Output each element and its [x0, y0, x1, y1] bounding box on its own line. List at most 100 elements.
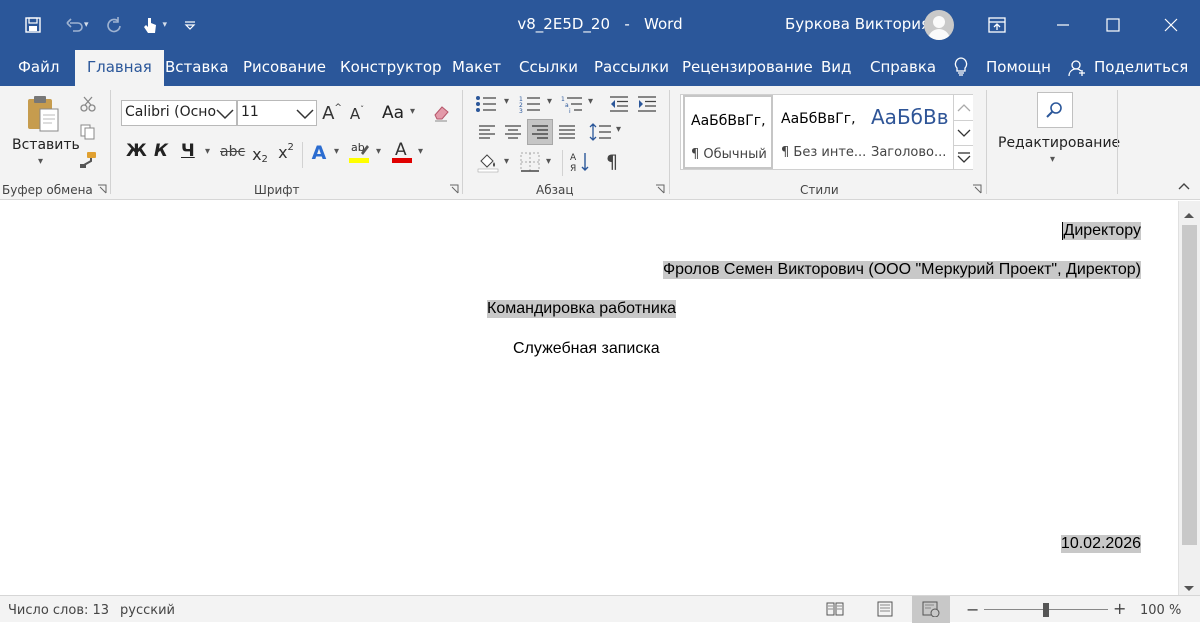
language-indicator[interactable]: русский [120, 603, 175, 618]
styles-scroll-up-icon[interactable] [953, 95, 973, 120]
text-effects-dropdown-icon[interactable]: ▾ [334, 146, 339, 157]
borders-icon[interactable] [518, 150, 542, 174]
change-case-button[interactable]: Aa [382, 103, 404, 123]
lightbulb-icon[interactable] [953, 57, 969, 81]
web-layout-button[interactable] [912, 596, 950, 623]
line-spacing-icon[interactable] [588, 121, 614, 143]
zoom-out-icon[interactable]: − [966, 600, 979, 619]
strikethrough-button[interactable]: abc [220, 144, 245, 160]
document-line-addressee-title[interactable]: Директору [1062, 222, 1141, 240]
share-button[interactable]: Поделиться [1094, 58, 1188, 76]
ribbon-display-options-button[interactable] [974, 0, 1020, 50]
align-center-icon[interactable] [502, 122, 524, 142]
justify-icon[interactable] [556, 122, 578, 142]
close-button[interactable] [1148, 0, 1194, 50]
tab-insert[interactable]: Вставка [165, 58, 229, 76]
avatar[interactable] [924, 10, 954, 40]
font-color-dropdown-icon[interactable]: ▾ [418, 146, 423, 157]
tab-draw[interactable]: Рисование [243, 58, 326, 76]
copy-icon[interactable] [78, 122, 98, 142]
grow-font-icon[interactable]: A ^ [321, 100, 343, 126]
tab-help[interactable]: Справка [870, 58, 936, 76]
scrollbar-thumb[interactable] [1182, 225, 1197, 545]
document-line-doc-type[interactable]: Служебная записка [513, 340, 660, 358]
bullets-icon[interactable] [474, 94, 498, 114]
clear-formatting-icon[interactable] [430, 102, 452, 124]
numbering-icon[interactable]: 123 [518, 94, 542, 114]
styles-launcher-icon[interactable] [972, 184, 982, 194]
line-spacing-dropdown-icon[interactable]: ▾ [616, 124, 621, 135]
font-name-dropdown-icon[interactable] [216, 106, 234, 125]
document-line-addressee-name[interactable]: Фролов Семен Викторович (ООО "Меркурий П… [662, 261, 1141, 279]
align-left-icon[interactable] [476, 122, 498, 142]
redo-icon[interactable] [101, 12, 127, 38]
styles-more-icon[interactable] [953, 145, 973, 169]
increase-indent-icon[interactable] [636, 94, 658, 114]
document-page[interactable]: Директору Фролов Семен Викторович (ООО "… [0, 201, 1178, 595]
text-effects-icon[interactable]: A [308, 140, 330, 166]
styles-scroll-down-icon[interactable] [953, 120, 973, 145]
editing-dropdown-icon[interactable]: ▾ [1050, 154, 1055, 165]
italic-button[interactable]: К [154, 141, 168, 161]
sort-icon[interactable]: AЯ [568, 150, 592, 174]
search-icon[interactable] [1037, 92, 1073, 128]
zoom-level[interactable]: 100 % [1140, 603, 1181, 618]
tab-design[interactable]: Конструктор [340, 58, 442, 76]
vertical-scrollbar[interactable] [1178, 201, 1200, 595]
align-right-icon[interactable] [527, 119, 553, 145]
show-formatting-icon[interactable]: ¶ [600, 150, 624, 174]
save-icon[interactable] [20, 12, 46, 38]
tab-layout[interactable]: Макет [452, 58, 501, 76]
undo-dropdown-icon[interactable]: ▾ [84, 20, 89, 30]
underline-button[interactable]: Ч [181, 141, 195, 161]
customize-qat-icon[interactable] [177, 12, 203, 38]
change-case-dropdown-icon[interactable]: ▾ [410, 106, 415, 117]
style-heading-1[interactable]: АаБбВв Заголово... [865, 95, 951, 169]
decrease-indent-icon[interactable] [608, 94, 630, 114]
multilevel-dropdown-icon[interactable]: ▾ [588, 96, 593, 107]
scroll-up-icon[interactable] [1183, 205, 1195, 224]
shading-dropdown-icon[interactable]: ▾ [504, 156, 509, 167]
format-painter-icon[interactable] [78, 150, 98, 170]
tab-references[interactable]: Ссылки [519, 58, 578, 76]
tab-mailings[interactable]: Рассылки [594, 58, 669, 76]
paste-icon[interactable] [22, 92, 64, 134]
clipboard-launcher-icon[interactable] [97, 184, 107, 194]
subscript-icon[interactable]: x2 [250, 142, 270, 166]
print-layout-icon[interactable] [876, 601, 894, 621]
document-line-date[interactable]: 10.02.2026 [1060, 535, 1141, 553]
minimize-button[interactable] [1040, 0, 1086, 50]
editing-button[interactable]: Редактирование [998, 135, 1120, 151]
superscript-icon[interactable]: x2 [276, 140, 296, 164]
zoom-in-icon[interactable]: + [1113, 599, 1126, 618]
tab-view[interactable]: Вид [821, 58, 851, 76]
word-count[interactable]: Число слов: 13 [8, 603, 109, 618]
document-line-subject[interactable]: Командировка работника [487, 300, 677, 318]
user-name[interactable]: Буркова Виктория [785, 15, 930, 33]
touch-dropdown-icon[interactable]: ▾ [163, 20, 168, 30]
highlight-icon[interactable]: ab [346, 138, 372, 166]
bold-button[interactable]: Ж [126, 141, 147, 161]
read-mode-icon[interactable] [826, 601, 844, 621]
paste-dropdown-icon[interactable]: ▾ [38, 156, 43, 167]
font-launcher-icon[interactable] [449, 184, 459, 194]
font-size-dropdown-icon[interactable] [296, 106, 314, 125]
maximize-button[interactable] [1090, 0, 1136, 50]
tell-me-search[interactable]: Помощн [986, 58, 1051, 76]
style-no-spacing[interactable]: АаБбВвГг, ¶ Без инте... [775, 95, 866, 169]
numbering-dropdown-icon[interactable]: ▾ [547, 96, 552, 107]
shading-icon[interactable] [476, 150, 500, 174]
paragraph-launcher-icon[interactable] [655, 184, 665, 194]
font-color-icon[interactable]: A [390, 138, 414, 166]
borders-dropdown-icon[interactable]: ▾ [546, 156, 551, 167]
bullets-dropdown-icon[interactable]: ▾ [504, 96, 509, 107]
highlight-dropdown-icon[interactable]: ▾ [376, 146, 381, 157]
shrink-font-icon[interactable]: Aˇ [347, 102, 367, 126]
cut-icon[interactable] [78, 94, 98, 114]
zoom-slider-thumb[interactable] [1043, 603, 1049, 617]
tab-file[interactable]: Файл [18, 58, 59, 76]
share-icon[interactable] [1068, 59, 1086, 81]
touch-mode-icon[interactable] [137, 12, 163, 38]
style-normal[interactable]: АаБбВвГг, ¶ Обычный [683, 95, 773, 169]
multilevel-list-icon[interactable]: 1ai [560, 94, 584, 114]
